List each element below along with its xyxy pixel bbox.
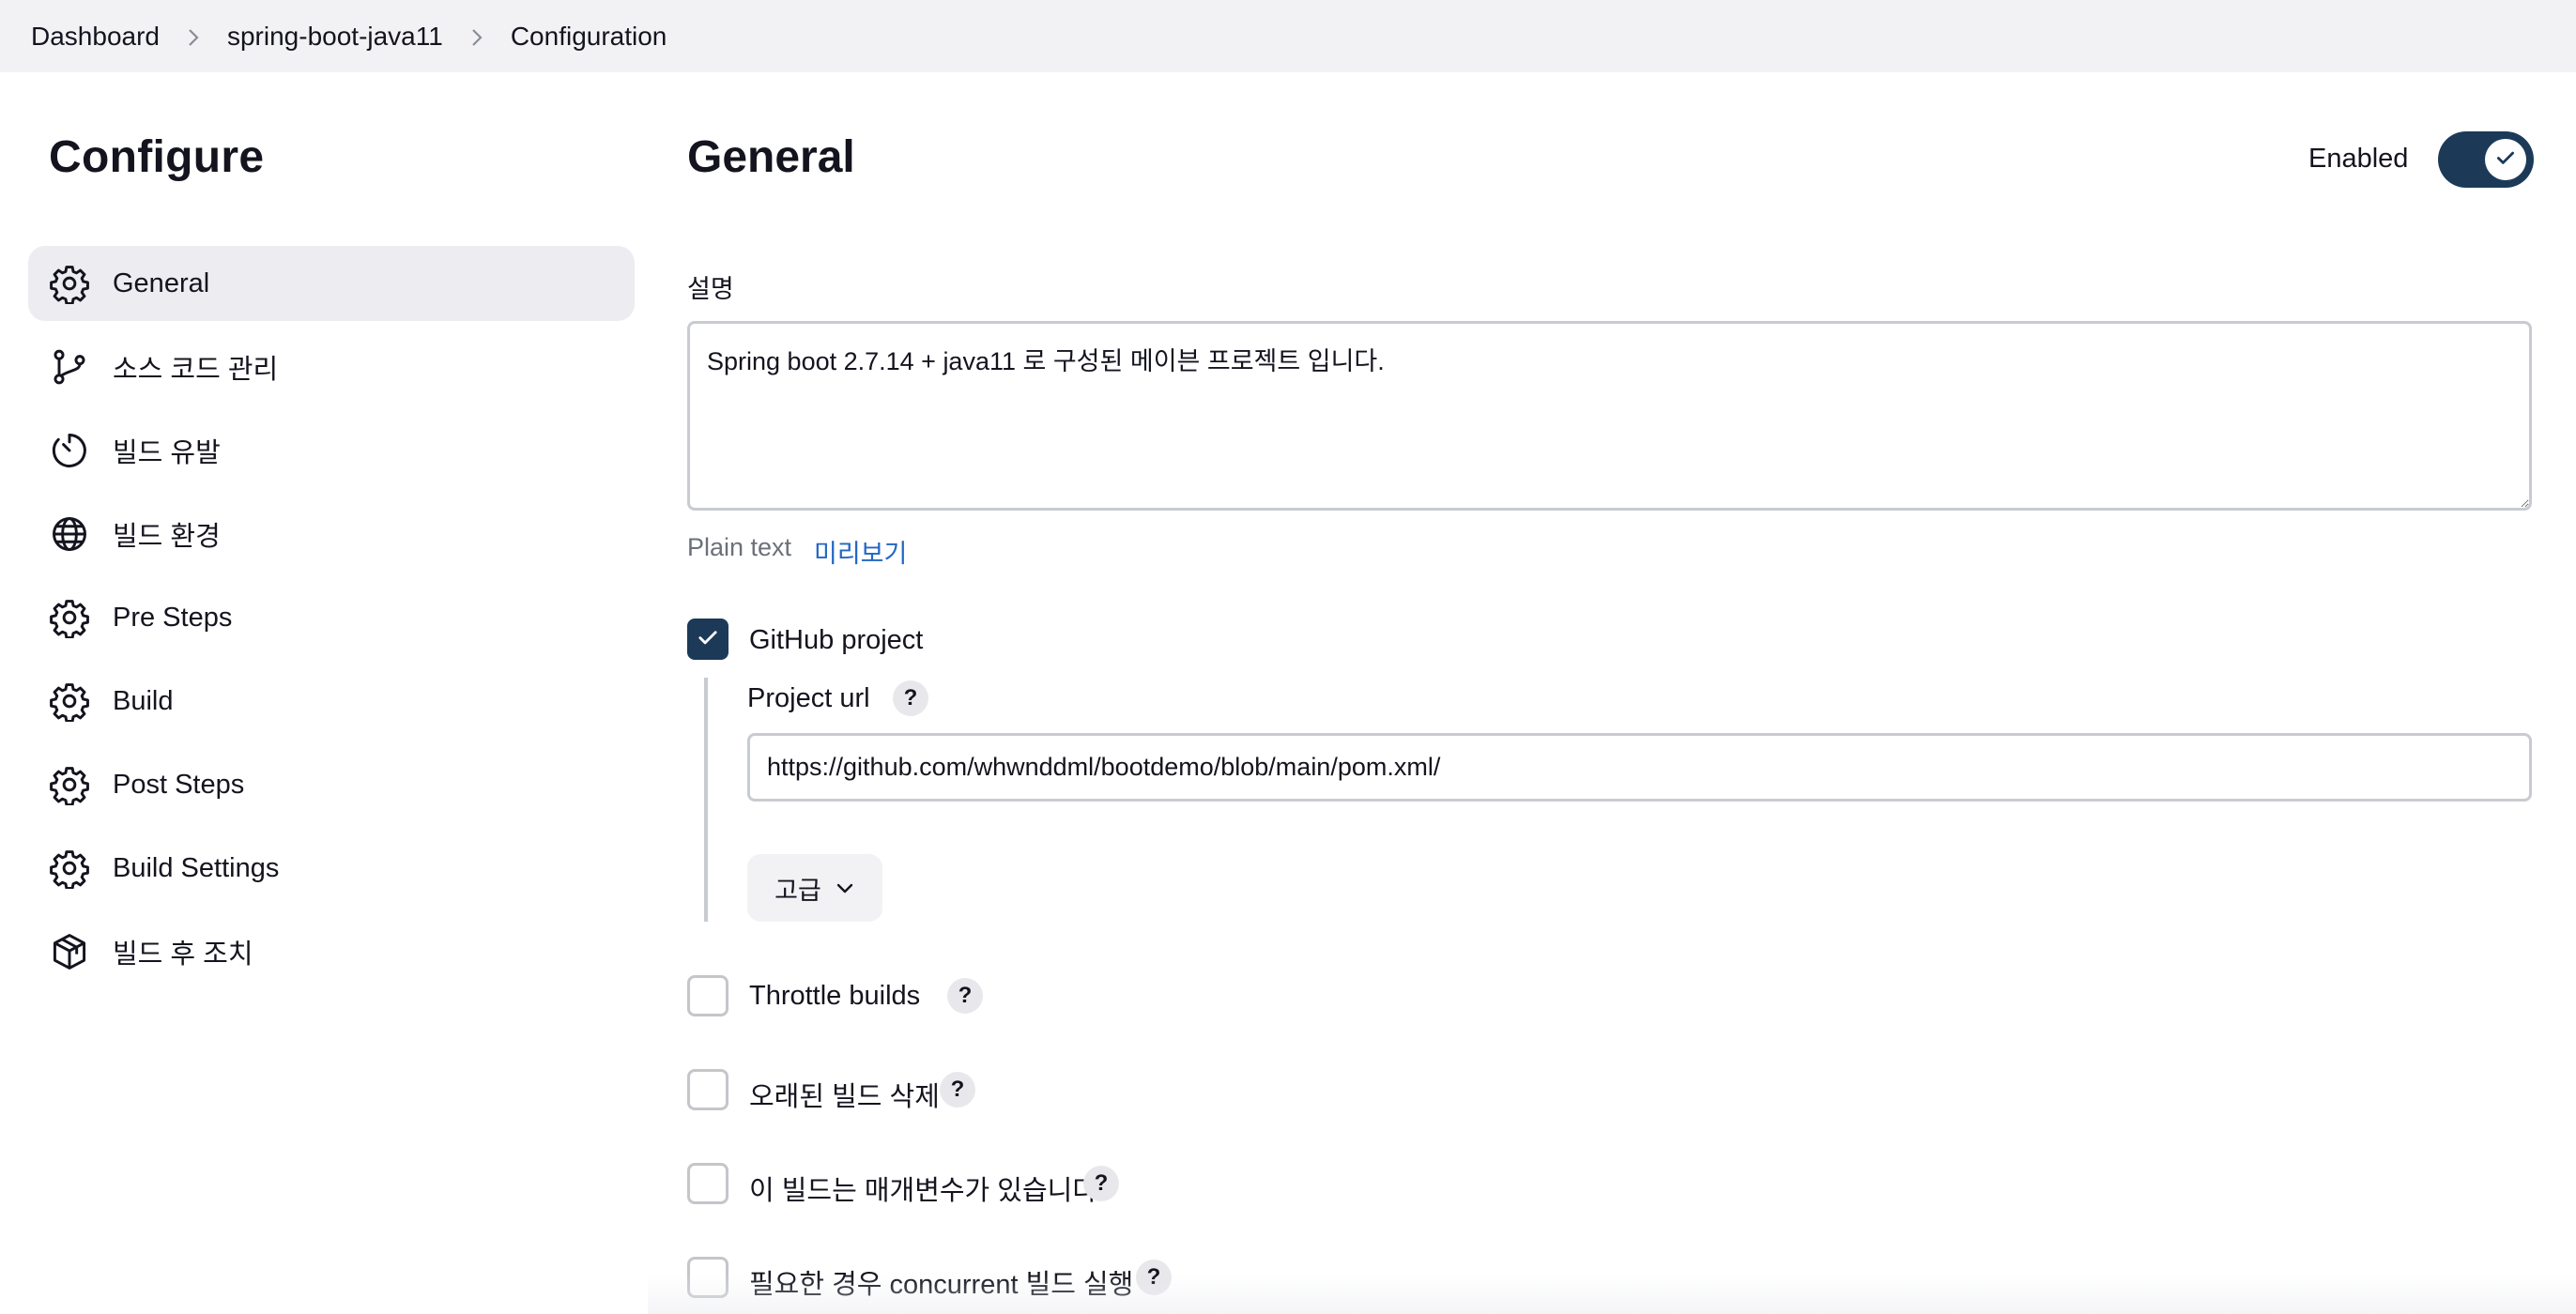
sidebar-item-post-build-actions[interactable]: 빌드 후 조치	[28, 914, 635, 989]
advanced-button[interactable]: 고급	[747, 854, 882, 922]
sidebar-item-label: 빌드 유발	[113, 438, 221, 468]
description-textarea[interactable]: Spring boot 2.7.14 + java11 로 구성된 메이븐 프로…	[687, 321, 2532, 511]
parameterized-build-checkbox[interactable]	[687, 1163, 728, 1204]
sidebar-item-label: 빌드 환경	[113, 522, 221, 552]
concurrent-build-label[interactable]: 필요한 경우 concurrent 빌드 실행	[749, 1262, 1133, 1302]
gear-icon	[49, 597, 90, 638]
parameterized-build-label[interactable]: 이 빌드는 매개변수가 있습니다	[749, 1169, 1097, 1208]
github-project-label[interactable]: GitHub project	[749, 625, 923, 656]
preview-link[interactable]: 미리보기	[814, 533, 907, 570]
sidebar-item-build-triggers[interactable]: 빌드 유발	[28, 413, 635, 488]
timer-icon	[49, 430, 90, 471]
discard-old-builds-help-icon[interactable]: ?	[940, 1072, 975, 1108]
chevron-right-icon	[160, 22, 227, 52]
advanced-button-label: 고급	[774, 876, 821, 905]
sidebar-item-label: Build	[113, 685, 174, 716]
check-icon	[695, 624, 721, 655]
throttle-builds-label[interactable]: Throttle builds	[749, 981, 920, 1012]
gear-icon	[49, 848, 90, 889]
sidebar-item-label: 빌드 후 조치	[113, 940, 253, 970]
chevron-right-icon	[443, 22, 511, 52]
enabled-label: Enabled	[2308, 144, 2409, 174]
discard-old-builds-label[interactable]: 오래된 빌드 삭제	[749, 1075, 940, 1114]
sidebar-item-build[interactable]: Build	[28, 664, 635, 739]
concurrent-build-help-icon[interactable]: ?	[1136, 1260, 1172, 1295]
sidebar-item-label: Pre Steps	[113, 602, 233, 633]
breadcrumb-dashboard[interactable]: Dashboard	[31, 22, 160, 52]
sidebar-item-label: Build Settings	[113, 852, 280, 883]
project-url-help-icon[interactable]: ?	[893, 680, 928, 716]
breadcrumb-project[interactable]: spring-boot-java11	[227, 22, 443, 52]
breadcrumb: Dashboard spring-boot-java11 Configurati…	[0, 0, 2576, 72]
sidebar-item-general[interactable]: General	[28, 246, 635, 321]
gear-icon	[49, 680, 90, 722]
globe-icon	[49, 513, 90, 555]
package-icon	[49, 931, 90, 972]
check-icon	[2493, 145, 2518, 175]
project-url-label: Project url	[747, 683, 870, 713]
sidebar-item-label: Post Steps	[113, 769, 245, 800]
branch-icon	[49, 346, 90, 388]
sidebar-item-pre-steps[interactable]: Pre Steps	[28, 580, 635, 655]
toggle-knob	[2485, 139, 2526, 180]
description-label: 설명	[687, 275, 734, 303]
throttle-builds-checkbox[interactable]	[687, 975, 728, 1016]
sidebar-item-build-environment[interactable]: 빌드 환경	[28, 497, 635, 572]
breadcrumb-configuration[interactable]: Configuration	[511, 22, 667, 52]
sidebar-item-label: 소스 코드 관리	[113, 355, 279, 385]
sidebar-item-post-steps[interactable]: Post Steps	[28, 747, 635, 822]
sidebar-nav: General 소스 코드 관리 빌드 유발 빌드 환경 Pre Steps B…	[28, 246, 635, 998]
sidebar-item-source-code[interactable]: 소스 코드 관리	[28, 329, 635, 405]
parameterized-build-help-icon[interactable]: ?	[1083, 1166, 1119, 1201]
sidebar-item-label: General	[113, 267, 210, 298]
sidebar-item-build-settings[interactable]: Build Settings	[28, 831, 635, 906]
gear-icon	[49, 764, 90, 805]
chevron-down-icon	[821, 874, 855, 903]
gear-icon	[49, 263, 90, 304]
discard-old-builds-checkbox[interactable]	[687, 1069, 728, 1110]
page-title: General	[687, 132, 855, 182]
enabled-toggle[interactable]	[2438, 131, 2534, 188]
nested-section-divider	[704, 678, 708, 922]
github-project-checkbox[interactable]	[687, 619, 728, 660]
throttle-builds-help-icon[interactable]: ?	[947, 978, 983, 1014]
concurrent-build-checkbox[interactable]	[687, 1257, 728, 1298]
sidebar-title: Configure	[49, 132, 265, 182]
plain-text-label: Plain text	[687, 533, 792, 561]
project-url-input[interactable]	[747, 733, 2532, 802]
